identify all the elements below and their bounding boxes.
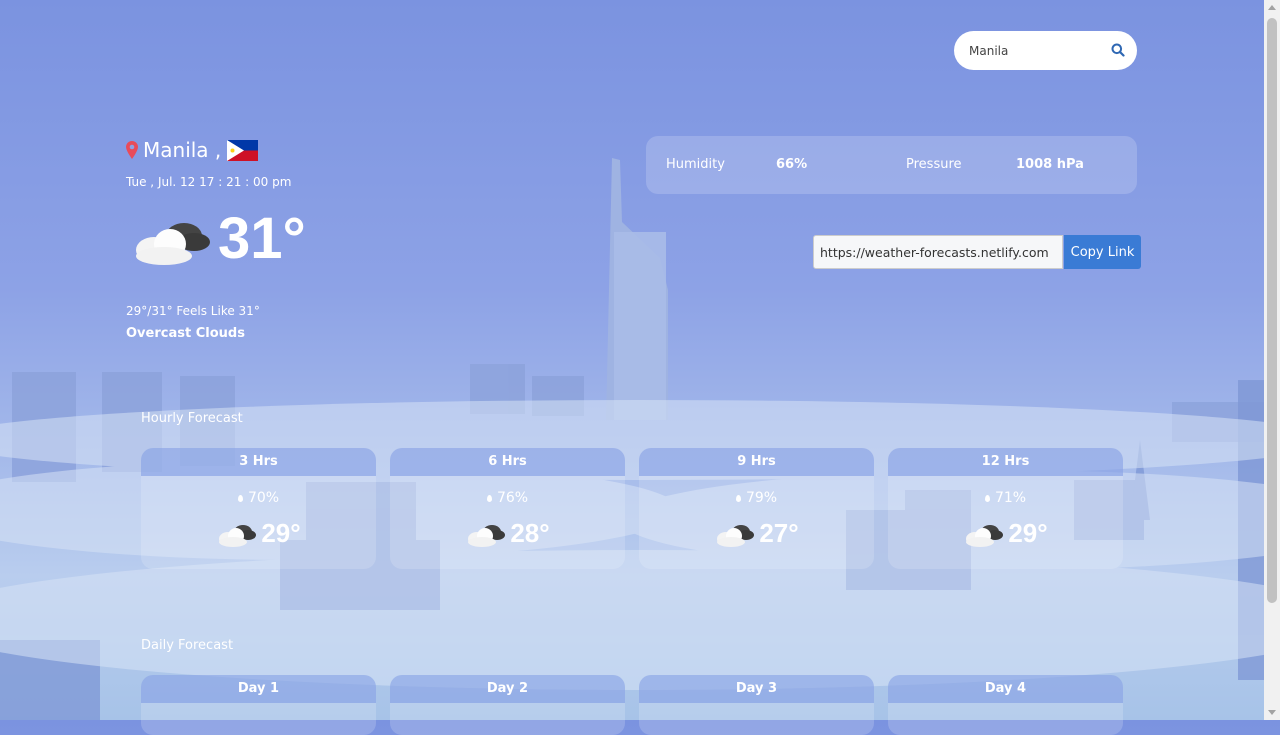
page-scrollbar[interactable] xyxy=(1264,0,1280,720)
daily-card-label: Day 2 xyxy=(390,675,625,703)
hourly-card: 6 Hrs 76% 28° xyxy=(390,448,625,569)
city-background-image xyxy=(0,158,1264,720)
location-heading: Manila , xyxy=(126,138,259,162)
hourly-temperature: 27° xyxy=(759,518,799,548)
daily-card-label: Day 3 xyxy=(639,675,874,703)
hourly-humidity: 70% xyxy=(141,490,376,506)
daily-card-label: Day 1 xyxy=(141,675,376,703)
hourly-temperature: 28° xyxy=(510,518,550,548)
hourly-humidity-value: 76% xyxy=(496,490,529,506)
daily-forecast-title: Daily Forecast xyxy=(141,638,234,653)
daily-card: Day 1 xyxy=(141,675,376,735)
hourly-card-label: 9 Hrs xyxy=(639,448,874,476)
hourly-card: 3 Hrs 70% 29° xyxy=(141,448,376,569)
water-drop-icon xyxy=(486,494,492,502)
hourly-card: 9 Hrs 79% 27° xyxy=(639,448,874,569)
water-drop-icon xyxy=(984,494,990,502)
cloud-icon xyxy=(717,524,755,547)
humidity-label: Humidity xyxy=(666,157,725,172)
hourly-temperature: 29° xyxy=(1008,518,1048,548)
daily-card: Day 2 xyxy=(390,675,625,735)
water-drop-icon xyxy=(735,494,741,502)
hourly-card-label: 6 Hrs xyxy=(390,448,625,476)
share-link: Copy Link xyxy=(813,235,1141,269)
hourly-humidity-value: 71% xyxy=(994,490,1027,506)
date-time: Tue , Jul. 12 17 : 21 : 00 pm xyxy=(126,175,292,189)
current-temperature: 31° xyxy=(218,206,306,271)
hourly-card: 12 Hrs 71% 29° xyxy=(888,448,1123,569)
cloud-icon xyxy=(966,524,1004,547)
daily-card: Day 4 xyxy=(888,675,1123,735)
hourly-humidity: 79% xyxy=(639,490,874,506)
search-input[interactable] xyxy=(967,40,1106,62)
scroll-up-arrow-icon[interactable] xyxy=(1268,5,1276,10)
current-weather: 31° xyxy=(132,210,306,268)
search-icon[interactable] xyxy=(1111,43,1125,57)
copy-link-button[interactable]: Copy Link xyxy=(1064,235,1141,269)
share-url-input[interactable] xyxy=(813,235,1063,269)
search-box[interactable] xyxy=(954,31,1137,70)
cloud-icon xyxy=(219,524,257,547)
daily-card: Day 3 xyxy=(639,675,874,735)
weather-description: Overcast Clouds xyxy=(126,326,245,341)
hourly-forecast-title: Hourly Forecast xyxy=(141,411,243,426)
philippines-flag-icon xyxy=(227,139,259,161)
pressure-label: Pressure xyxy=(906,157,962,172)
map-pin-icon xyxy=(126,141,138,159)
hourly-humidity: 76% xyxy=(390,490,625,506)
hourly-humidity-value: 79% xyxy=(745,490,778,506)
hourly-humidity: 71% xyxy=(888,490,1123,506)
pressure-value: 1008 hPa xyxy=(1016,157,1084,172)
cloud-icon xyxy=(468,524,506,547)
hourly-temperature: 29° xyxy=(261,518,301,548)
hourly-card-label: 3 Hrs xyxy=(141,448,376,476)
weather-stats-panel: Humidity 66% Pressure 1008 hPa xyxy=(646,136,1137,194)
city-name: Manila , xyxy=(143,138,222,162)
daily-card-label: Day 4 xyxy=(888,675,1123,703)
hourly-card-label: 12 Hrs xyxy=(888,448,1123,476)
hourly-humidity-value: 70% xyxy=(247,490,280,506)
water-drop-icon xyxy=(237,494,243,502)
scrollbar-thumb[interactable] xyxy=(1267,18,1277,603)
humidity-value: 66% xyxy=(776,157,808,172)
feels-like: 29°/31° Feels Like 31° xyxy=(126,304,260,318)
scroll-down-arrow-icon[interactable] xyxy=(1268,710,1276,715)
cloud-icon xyxy=(136,223,210,265)
